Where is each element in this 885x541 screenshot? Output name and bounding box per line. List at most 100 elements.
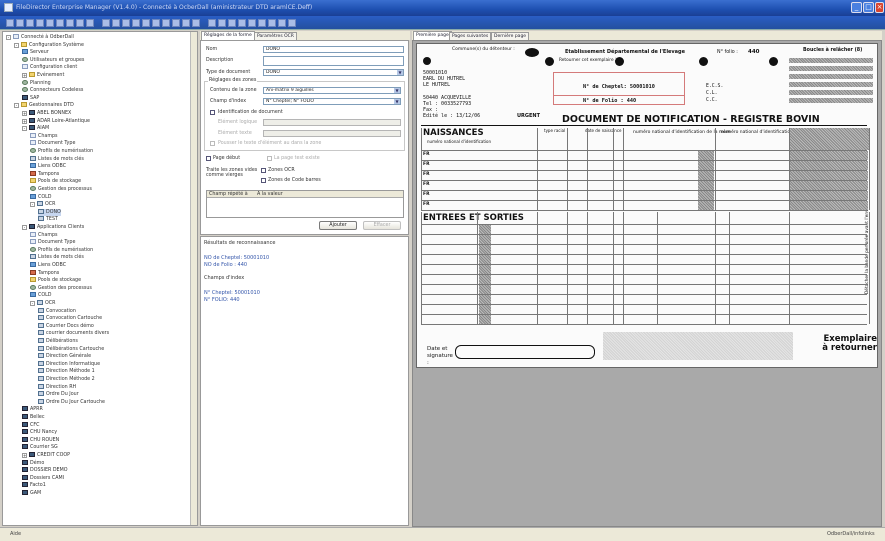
tree-item[interactable]: + ABEL BONNEX [22,110,71,117]
tree-item[interactable]: Bellec [22,414,45,421]
tree-item[interactable]: GAM [22,490,41,497]
tree-item[interactable]: CFC [22,421,39,429]
tree-item[interactable]: Planning [22,79,51,87]
tree-item[interactable]: Champs [30,231,58,239]
toolbar-button[interactable] [76,19,84,27]
pousser-texte-checkbox[interactable] [210,141,215,146]
toolbar-button[interactable] [102,19,110,27]
chevron-down-icon[interactable]: ▼ [394,99,400,104]
contenu-zone-select[interactable]: Ani-matrix 9 aiguilles ▼ [263,87,401,94]
collapse-icon[interactable]: - [14,42,19,48]
expand-icon[interactable]: + [22,453,27,458]
toolbar-button[interactable] [142,19,150,27]
tree-item[interactable]: Convocation Cartouche [38,315,102,322]
page-debut-checkbox[interactable] [206,156,211,161]
tree-item[interactable]: Démo [22,459,44,467]
zones-ocr-checkbox[interactable] [261,168,266,173]
navigation-tree[interactable]: - Connecté à OdberDall - Configuration Syst… [2,31,198,526]
champ-index-select[interactable]: N° Cheptel; N° FOLIO ▼ [263,98,401,105]
toolbar-button[interactable] [228,19,236,27]
tree-item[interactable]: DOSSIER DEMO [22,467,68,474]
tree-item[interactable]: TEST [38,216,58,223]
minimize-button[interactable]: _ [851,2,862,13]
ocr-zone-folio[interactable] [553,95,685,105]
toolbar-button[interactable] [112,19,120,27]
tab-premiere-page[interactable]: Première page [413,31,452,40]
tree-item[interactable]: Courrier SG [22,444,58,451]
element-texte-input[interactable] [263,130,401,137]
tree-item[interactable]: Courrier Docs démo [38,322,94,330]
tree-item[interactable]: Liens ODBC [30,163,66,170]
page-test-checkbox[interactable] [267,156,272,161]
toolbar-button[interactable] [122,19,130,27]
tab-parametres-ocr[interactable]: Paramètres OCR [254,32,297,40]
tree-item[interactable]: Délibérations Cartouche [38,345,104,353]
tree-item[interactable]: Ordre Du Jour Cartouche [38,398,105,406]
tree-item[interactable]: Profils de numérisation [30,246,93,254]
tree-item[interactable]: DONO [38,208,61,216]
ajouter-button[interactable]: Ajouter [319,221,357,230]
zones-codebarre-checkbox[interactable] [261,178,266,183]
tree-item[interactable]: Pools de stockage [30,178,81,185]
tree-item[interactable]: Gestion des processus [30,186,92,193]
tree-item[interactable]: Pools de stockage [30,277,81,284]
expand-icon[interactable]: + [22,118,27,124]
toolbar-button[interactable] [36,19,44,27]
tree-item[interactable]: Direction Méthode 1 [38,368,95,375]
tree-item[interactable]: Configuration client [22,64,77,71]
tree-item[interactable]: Tampons [30,269,59,277]
nom-input[interactable]: DONO [263,46,404,53]
description-input[interactable] [263,56,404,66]
tree-item[interactable]: - Gestionnaires DTD [14,102,74,109]
tree-item[interactable]: Direction Méthode 2 [38,376,95,383]
toolbar-button[interactable] [162,19,170,27]
tree-item[interactable]: - OCR [30,300,55,307]
toolbar-button[interactable] [238,19,246,27]
toolbar-button[interactable] [132,19,140,27]
tab-derniere-page[interactable]: Dernière page [491,32,530,40]
tree-item[interactable]: COLD [30,292,52,299]
effacer-button[interactable]: Effacer [363,221,401,230]
tree-item[interactable]: Champs [30,132,58,140]
expand-icon[interactable]: + [22,111,27,116]
toolbar-button[interactable] [172,19,180,27]
toolbar-button[interactable] [218,19,226,27]
tree-item[interactable]: + CREDIT COOP [22,452,70,459]
scanned-document[interactable]: Commune(s) du détenteur : Etablissement … [416,43,878,368]
toolbar-button[interactable] [6,19,14,27]
toolbar-button[interactable] [182,19,190,27]
toolbar-button[interactable] [26,19,34,27]
collapse-icon[interactable]: - [6,35,11,40]
expand-icon[interactable]: + [22,73,27,78]
collapse-icon[interactable]: - [30,202,35,208]
tab-pages-suivantes[interactable]: Pages suivantes [449,32,492,40]
tree-item[interactable]: SAP [22,94,39,102]
tree-item[interactable]: Dossiers CAMI [22,474,64,482]
chevron-down-icon[interactable]: ▼ [394,88,400,93]
tree-item[interactable]: Listes de mots clés [30,254,84,261]
type-document-select[interactable]: DONO ▼ [263,69,404,76]
toolbar-button[interactable] [278,19,286,27]
tree-item[interactable]: Liens ODBC [30,262,66,269]
chevron-down-icon[interactable]: ▼ [397,70,403,75]
tree-item[interactable]: - Applications Clients [22,224,84,231]
maximize-button[interactable]: □ [863,2,874,13]
element-logique-select[interactable] [263,119,401,126]
tree-item[interactable]: Ordre Du Jour [38,391,79,398]
collapse-icon[interactable]: - [22,126,27,132]
collapse-icon[interactable]: - [14,103,19,109]
tree-item[interactable]: Gestion des processus [30,284,92,292]
toolbar-button[interactable] [208,19,216,27]
tree-item[interactable]: COLD [30,193,52,201]
tree-item[interactable]: + Evénement [22,72,64,79]
tree-item[interactable]: courrier documents divers [38,330,109,337]
tree-item[interactable]: Profils de numérisation [30,148,93,155]
toolbar-button[interactable] [46,19,54,27]
tree-item[interactable]: - Connecté à OdberDall [6,34,74,41]
tree-item[interactable]: Connecteurs Codeless [22,87,83,94]
toolbar-button[interactable] [66,19,74,27]
signature-box[interactable] [455,345,595,359]
tab-reglages-forme[interactable]: Réglages de la forme [201,31,255,40]
toolbar-button[interactable] [268,19,276,27]
toolbar-button[interactable] [16,19,24,27]
